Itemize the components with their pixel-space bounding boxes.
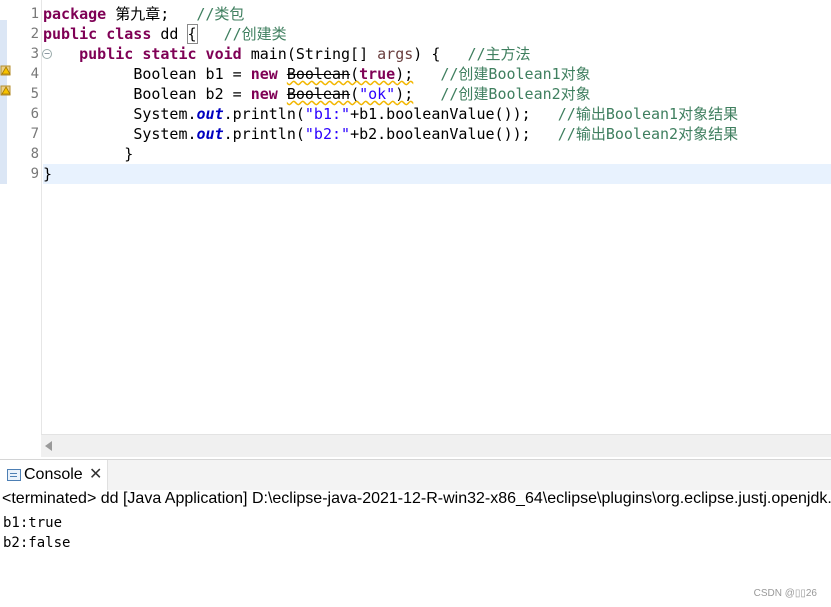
code-text: Boolean b2 = bbox=[133, 85, 251, 103]
line-number: 1 bbox=[30, 6, 39, 22]
code-text: ( bbox=[350, 85, 360, 103]
deprecated-type: Boolean bbox=[286, 85, 351, 103]
string-literal: "b1:" bbox=[304, 105, 351, 123]
warning-icon[interactable] bbox=[0, 84, 12, 96]
string-literal: "ok" bbox=[359, 85, 396, 103]
code-text: 第九章; bbox=[106, 5, 170, 23]
console-view: Console ✕ <terminated> dd [Java Applicat… bbox=[0, 459, 831, 607]
class-name: dd bbox=[151, 25, 188, 43]
code-line-2: public class dd { //创建类 bbox=[43, 24, 831, 44]
code-text: } bbox=[124, 145, 134, 163]
tab-console[interactable]: Console ✕ bbox=[0, 460, 108, 490]
code-line-5: Boolean b2 = new Boolean("ok"); //创建Bool… bbox=[43, 84, 831, 104]
code-editor[interactable]: 1 2 3 4 5 6 7 8 9 − package 第九章; //类包 pu… bbox=[0, 0, 831, 457]
comment: //创建Boolean2对象 bbox=[440, 85, 591, 103]
console-status-header: <terminated> dd [Java Application] D:\ec… bbox=[2, 490, 831, 507]
code-line-8: } bbox=[43, 144, 831, 164]
static-field: out bbox=[196, 105, 224, 123]
console-tabbar: Console ✕ bbox=[0, 460, 831, 490]
code-text: ( bbox=[350, 65, 360, 83]
horizontal-scrollbar[interactable] bbox=[41, 434, 831, 457]
scroll-left-icon[interactable] bbox=[45, 441, 52, 451]
code-text: System. bbox=[133, 125, 197, 143]
keyword: new bbox=[250, 85, 278, 103]
code-text: +b1.booleanValue()); bbox=[350, 105, 531, 123]
comment: //输出Boolean2对象结果 bbox=[557, 125, 739, 143]
code-line-7: System.out.println("b2:"+b2.booleanValue… bbox=[43, 124, 831, 144]
deprecated-type: Boolean bbox=[286, 65, 351, 83]
keyword: public class bbox=[43, 25, 152, 43]
line-number: 8 bbox=[30, 146, 39, 162]
warning-icon[interactable] bbox=[0, 64, 12, 76]
matching-brace: { bbox=[186, 24, 198, 44]
change-strip bbox=[0, 20, 7, 184]
tab-label: Console bbox=[24, 466, 83, 483]
console-output-line: b2:false bbox=[3, 535, 71, 551]
console-output-line: b1:true bbox=[3, 515, 63, 531]
code-text: ); bbox=[395, 85, 414, 103]
comment: //主方法 bbox=[467, 45, 531, 63]
code-line-6: System.out.println("b1:"+b1.booleanValue… bbox=[43, 104, 831, 124]
deprecation-warning[interactable]: Boolean(true); bbox=[287, 65, 413, 83]
deprecation-warning[interactable]: Boolean("ok"); bbox=[287, 85, 413, 103]
code-text: System. bbox=[133, 105, 197, 123]
close-icon[interactable]: ✕ bbox=[89, 464, 102, 484]
code-text: .println( bbox=[223, 105, 305, 123]
comment: //输出Boolean1对象结果 bbox=[557, 105, 739, 123]
line-number: 3 bbox=[30, 46, 39, 62]
code-line-4: Boolean b1 = new Boolean(true); //创建Bool… bbox=[43, 64, 831, 84]
line-number: 9 bbox=[30, 166, 39, 182]
watermark: CSDN @▯▯26 bbox=[753, 588, 817, 599]
console-icon bbox=[7, 469, 21, 481]
line-number: 5 bbox=[30, 86, 39, 102]
comment: //类包 bbox=[196, 5, 245, 23]
parameter: args bbox=[377, 45, 414, 63]
code-line-1: package 第九章; //类包 bbox=[43, 4, 831, 24]
line-number: 6 bbox=[30, 106, 39, 122]
comment: //创建类 bbox=[223, 25, 287, 43]
code-text: ) { bbox=[413, 45, 441, 63]
static-field: out bbox=[196, 125, 224, 143]
line-number: 4 bbox=[30, 66, 39, 82]
line-number: 7 bbox=[30, 126, 39, 142]
code-text: .println( bbox=[223, 125, 305, 143]
code-text: } bbox=[43, 165, 53, 183]
code-text: Boolean b1 = bbox=[133, 65, 251, 83]
keyword: public static void bbox=[79, 45, 242, 63]
code-area[interactable]: package 第九章; //类包 public class dd { //创建… bbox=[43, 0, 831, 434]
line-number-gutter: 1 2 3 4 5 6 7 8 9 − bbox=[13, 0, 52, 434]
code-text: ); bbox=[395, 65, 414, 83]
code-text: +b2.booleanValue()); bbox=[350, 125, 531, 143]
code-line-3: public static void main(String[] args) {… bbox=[43, 44, 831, 64]
code-text: main(String[] bbox=[241, 45, 378, 63]
keyword: package bbox=[43, 5, 107, 23]
keyword: true bbox=[359, 65, 396, 83]
overview-ruler bbox=[0, 0, 13, 434]
code-line-9: } bbox=[43, 164, 831, 184]
comment: //创建Boolean1对象 bbox=[440, 65, 591, 83]
keyword: new bbox=[250, 65, 278, 83]
line-number: 2 bbox=[30, 26, 39, 42]
string-literal: "b2:" bbox=[304, 125, 351, 143]
